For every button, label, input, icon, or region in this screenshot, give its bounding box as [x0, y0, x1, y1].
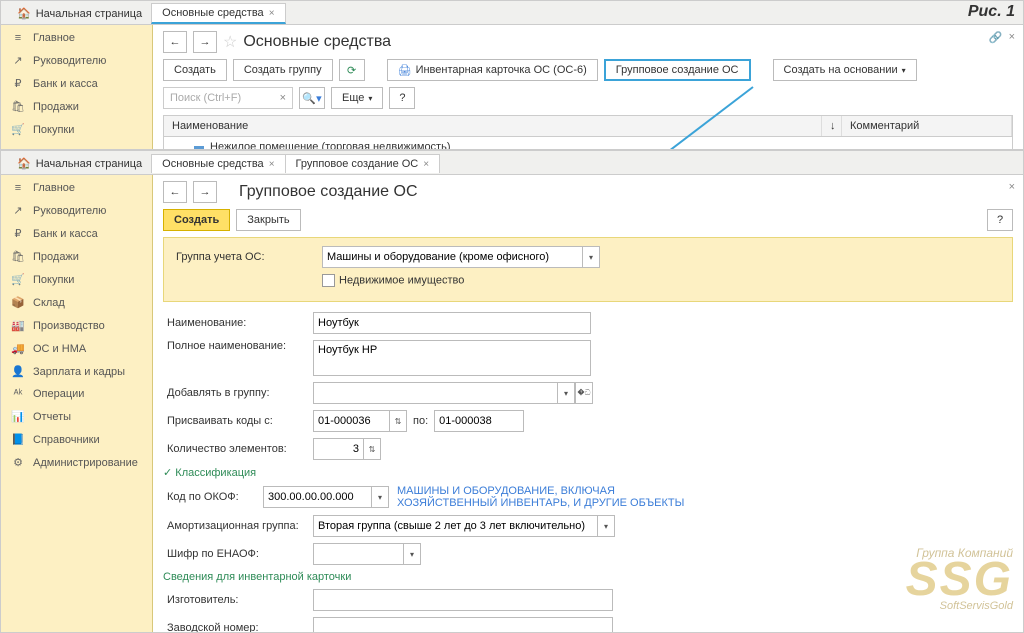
- serial-input[interactable]: [313, 617, 613, 632]
- help-button[interactable]: ?: [987, 209, 1013, 231]
- figure-label: Рис. 1: [968, 3, 1015, 21]
- nav-icon: 🚚: [11, 342, 25, 355]
- nav-icon: 📘: [11, 433, 25, 446]
- sidebar-bot: ≡Главное↗Руководителю₽Банк и касса🛍Прода…: [1, 175, 153, 632]
- group-select[interactable]: ▾: [322, 246, 600, 268]
- page-title: Групповое создание ОС: [239, 183, 418, 201]
- sidebar-item[interactable]: 🛒Покупки: [1, 118, 152, 141]
- tab-os-top[interactable]: Основные средства ×: [151, 3, 285, 24]
- star-icon[interactable]: ☆: [223, 32, 237, 52]
- addgroup-select[interactable]: ▾�ධ: [313, 382, 593, 404]
- name-input[interactable]: [313, 312, 591, 334]
- create-button[interactable]: Создать: [163, 59, 227, 81]
- help-button[interactable]: ?: [389, 87, 415, 109]
- os-grid: Наименование ↓ Комментарий Нежилое помещ…: [163, 115, 1013, 149]
- amort-select[interactable]: ▾: [313, 515, 615, 537]
- nav-icon: ₽: [11, 77, 25, 90]
- nav-icon: ₽: [11, 227, 25, 240]
- nav-icon: 🛒: [11, 273, 25, 286]
- sidebar-top: ≡Главное↗Руководителю₽Банк и касса🛍Прода…: [1, 25, 153, 149]
- nav-icon: ⚙: [11, 456, 25, 469]
- nav-icon: 📊: [11, 410, 25, 423]
- nav-fwd[interactable]: →: [193, 181, 217, 203]
- sidebar-item[interactable]: ≡Главное: [1, 177, 152, 199]
- search-input[interactable]: Поиск (Ctrl+F)×: [163, 87, 293, 109]
- tab-home-bot[interactable]: 🏠 Начальная страница: [7, 154, 152, 173]
- code-to-input[interactable]: [434, 410, 524, 432]
- tab-home-top[interactable]: 🏠 Начальная страница: [7, 4, 152, 23]
- enaof-select[interactable]: ▾: [313, 543, 421, 565]
- tab-os-bot[interactable]: Основные средства ×: [151, 154, 285, 173]
- sidebar-item[interactable]: 📦Склад: [1, 291, 152, 314]
- group-label: Группа учета ОС:: [172, 251, 322, 263]
- code-from-input[interactable]: ⇅: [313, 410, 407, 432]
- close-icon[interactable]: ×: [1009, 31, 1015, 44]
- tab-group-create[interactable]: Групповое создание ОС ×: [285, 154, 441, 173]
- nav-icon: 🏭: [11, 319, 25, 332]
- search-button[interactable]: 🔍▾: [299, 87, 325, 109]
- maker-input[interactable]: [313, 589, 613, 611]
- sidebar-item[interactable]: ₽Банк и касса: [1, 222, 152, 245]
- sidebar-item[interactable]: 🛍Продажи: [1, 245, 152, 268]
- okof-desc: МАШИНЫ И ОБОРУДОВАНИЕ, ВКЛЮЧАЯ ХОЗЯЙСТВЕ…: [397, 485, 717, 509]
- nav-icon: 👤: [11, 365, 25, 378]
- nav-icon: 🛒: [11, 123, 25, 136]
- sidebar-item[interactable]: ↗Руководителю: [1, 199, 152, 222]
- sidebar-item[interactable]: ⚙Администрирование: [1, 451, 152, 474]
- link-icon[interactable]: 🔗: [989, 31, 1003, 44]
- sidebar-item[interactable]: 🏭Производство: [1, 314, 152, 337]
- nav-fwd[interactable]: →: [193, 31, 217, 53]
- sidebar-item[interactable]: 📊Отчеты: [1, 405, 152, 428]
- more-button[interactable]: Еще ▾: [331, 87, 383, 109]
- close-icon[interactable]: ×: [269, 8, 275, 19]
- nav-icon: 🛍: [11, 250, 25, 263]
- sidebar-item[interactable]: 🚚ОС и НМА: [1, 337, 152, 360]
- create-group-button[interactable]: Создать группу: [233, 59, 333, 81]
- refresh-button[interactable]: ⟳: [339, 59, 365, 81]
- close-button[interactable]: Закрыть: [236, 209, 300, 231]
- sidebar-item[interactable]: 👤Зарплата и кадры: [1, 360, 152, 383]
- inv-card-heading: Сведения для инвентарной карточки: [163, 571, 351, 583]
- fullname-input[interactable]: [313, 340, 591, 376]
- realestate-checkbox[interactable]: Недвижимое имущество: [322, 274, 464, 287]
- watermark: Группа Компаний SSG SoftServisGold: [906, 546, 1013, 612]
- nav-back[interactable]: ←: [163, 181, 187, 203]
- col-name[interactable]: Наименование: [164, 116, 822, 136]
- nav-icon: ≡: [11, 182, 25, 194]
- item-icon: [194, 146, 204, 149]
- nav-back[interactable]: ←: [163, 31, 187, 53]
- sort-indicator[interactable]: ↓: [822, 116, 842, 136]
- nav-icon: ᴬᵏ: [11, 388, 25, 400]
- group-create-os-button[interactable]: Групповое создание ОС: [604, 59, 751, 81]
- nav-icon: 📦: [11, 296, 25, 309]
- sidebar-item[interactable]: 🛒Покупки: [1, 268, 152, 291]
- nav-icon: 🛍: [11, 100, 25, 113]
- page-title: Основные средства: [243, 33, 391, 51]
- nav-icon: ↗: [11, 54, 25, 67]
- count-input[interactable]: ⇅: [313, 438, 381, 460]
- sidebar-item[interactable]: ↗Руководителю: [1, 49, 152, 72]
- table-row[interactable]: Нежилое помещение (торговая недвижимость…: [164, 137, 1012, 149]
- inv-card-button[interactable]: 🖨Инвентарная карточка ОС (ОС-6): [387, 59, 598, 81]
- create-on-basis-button[interactable]: Создать на основании ▾: [773, 59, 917, 81]
- sidebar-item[interactable]: ᴬᵏОперации: [1, 383, 152, 405]
- sidebar-item[interactable]: ₽Банк и касса: [1, 72, 152, 95]
- nav-icon: ↗: [11, 204, 25, 217]
- nav-icon: ≡: [11, 32, 25, 44]
- col-comment[interactable]: Комментарий: [842, 116, 1012, 136]
- create-button[interactable]: Создать: [163, 209, 230, 231]
- okof-select[interactable]: ▾: [263, 486, 389, 508]
- close-icon[interactable]: ×: [1009, 181, 1015, 193]
- sidebar-item[interactable]: 📘Справочники: [1, 428, 152, 451]
- sidebar-item[interactable]: 🛍Продажи: [1, 95, 152, 118]
- classification-link[interactable]: ✓ Классификация: [163, 466, 256, 479]
- sidebar-item[interactable]: ≡Главное: [1, 27, 152, 49]
